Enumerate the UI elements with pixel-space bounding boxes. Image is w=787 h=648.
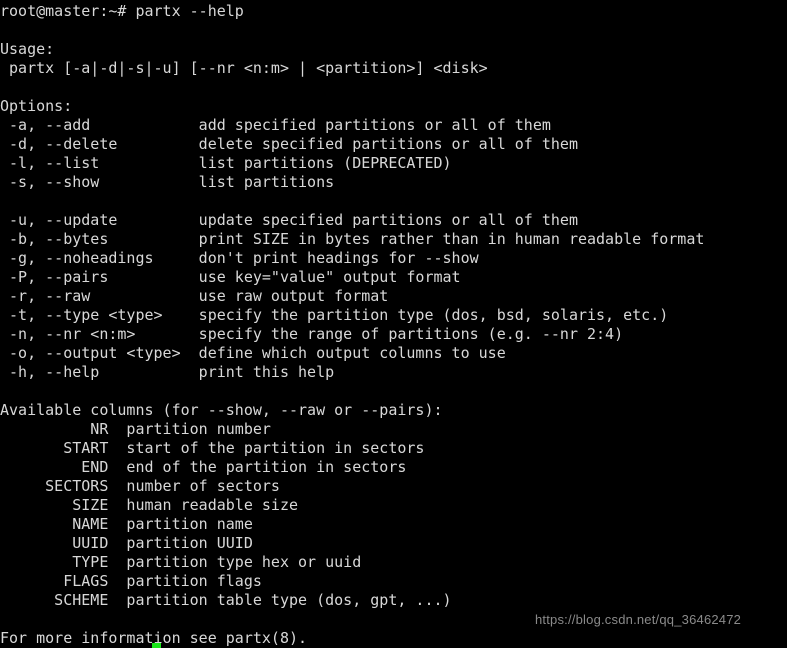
option-row: -r, --raw use raw output format [0, 287, 389, 305]
option-row: -d, --delete delete specified partitions… [0, 135, 578, 153]
column-row: NR partition number [0, 420, 271, 438]
column-row: SCHEME partition table type (dos, gpt, .… [0, 591, 452, 609]
column-row: FLAGS partition flags [0, 572, 262, 590]
option-row: -l, --list list partitions (DEPRECATED) [0, 154, 452, 172]
option-row: -P, --pairs use key="value" output forma… [0, 268, 461, 286]
usage-line: partx [-a|-d|-s|-u] [--nr <n:m> | <parti… [0, 59, 488, 77]
option-row: -g, --noheadings don't print headings fo… [0, 249, 479, 267]
option-row: -h, --help print this help [0, 363, 335, 381]
option-row: -o, --output <type> define which output … [0, 344, 506, 362]
column-row: UUID partition UUID [0, 534, 253, 552]
option-row: -n, --nr <n:m> specify the range of part… [0, 325, 624, 343]
column-row: NAME partition name [0, 515, 253, 533]
columns-list: NR partition number START start of the p… [0, 420, 787, 610]
column-row: TYPE partition type hex or uuid [0, 553, 362, 571]
terminal-screen: root@master:~# partx --help Usage: partx… [0, 2, 787, 648]
option-row: -t, --type <type> specify the partition … [0, 306, 669, 324]
columns-heading: Available columns (for --show, --raw or … [0, 401, 443, 419]
prompt-line: root@master:~# partx --help [0, 2, 244, 20]
column-row: SECTORS number of sectors [0, 477, 280, 495]
usage-heading: Usage: [0, 40, 55, 58]
options-list: -a, --add add specified partitions or al… [0, 116, 787, 382]
terminal-window[interactable]: root@master:~# partx --help Usage: partx… [0, 0, 787, 648]
options-heading: Options: [0, 97, 73, 115]
text-cursor [152, 643, 161, 648]
column-row: SIZE human readable size [0, 496, 299, 514]
option-row: -u, --update update specified partitions… [0, 211, 578, 229]
footer-line: For more information see partx(8). [0, 629, 308, 647]
option-row: -b, --bytes print SIZE in bytes rather t… [0, 230, 705, 248]
option-row: -a, --add add specified partitions or al… [0, 116, 551, 134]
column-row: START start of the partition in sectors [0, 439, 425, 457]
watermark-text: https://blog.csdn.net/qq_36462472 [535, 612, 742, 627]
column-row: END end of the partition in sectors [0, 458, 407, 476]
option-row: -s, --show list partitions [0, 173, 335, 191]
